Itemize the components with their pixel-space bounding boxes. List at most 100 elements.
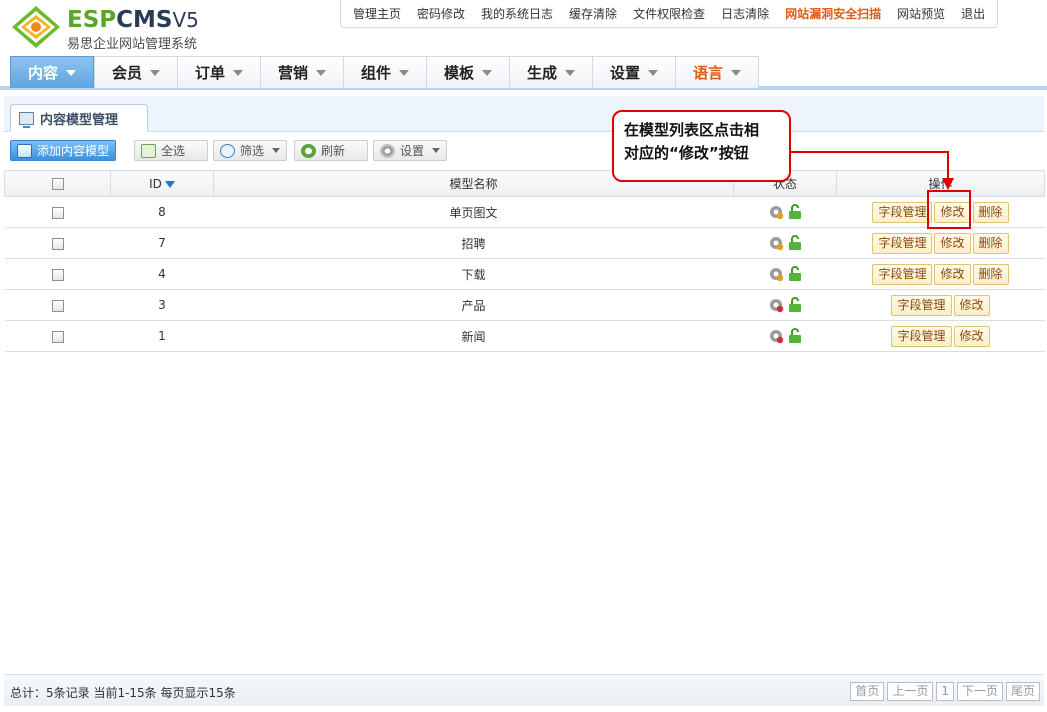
header-select-all[interactable] [4, 170, 111, 197]
chevron-down-icon[interactable] [482, 69, 492, 76]
topnav-cache[interactable]: 缓存清除 [561, 0, 625, 28]
row-id: 1 [110, 320, 214, 352]
row-select-cell [4, 258, 111, 290]
chevron-down-icon[interactable] [648, 69, 658, 76]
logo: ESPCMSV5 易思企业网站管理系统 [10, 4, 250, 52]
nav-templates-label: 模板 [443, 64, 474, 82]
nav-order[interactable]: 订单 [177, 56, 261, 88]
refresh-icon [301, 143, 316, 158]
topnav-clear-log[interactable]: 日志清除 [713, 0, 777, 28]
chevron-down-icon[interactable] [316, 69, 326, 76]
topnav-logout[interactable]: 退出 [953, 0, 993, 28]
checkbox[interactable] [51, 206, 64, 219]
toolbar: 添加内容模型 全选 筛选 刷新 设置 [4, 137, 1044, 163]
pager-last[interactable]: 尾页 [1005, 682, 1040, 701]
callout-line-2: 对应的“修改”按钮 [624, 144, 749, 162]
topnav-password[interactable]: 密码修改 [409, 0, 473, 28]
record-summary: 总计：5条记录 当前1-15条 每页显示15条 [10, 686, 236, 700]
chevron-down-icon[interactable] [233, 69, 243, 76]
delete-button[interactable]: 删除 [972, 263, 1009, 285]
table-body: 8 单页图文 字段管理 修改 删除 7 招聘 字段管理 修改 删除 4 下载 字段管理 修改 删除 3 产… [4, 196, 1045, 352]
chevron-down-icon[interactable] [399, 69, 409, 76]
nav-content[interactable]: 内容 [10, 56, 94, 88]
pane-tab-label: 内容模型管理 [40, 112, 119, 128]
add-document-icon [17, 143, 32, 158]
edit-button-highlight [927, 190, 971, 229]
edit-button[interactable]: 修改 [934, 263, 971, 285]
row-select-cell [4, 320, 111, 352]
nav-member[interactable]: 会员 [94, 56, 178, 88]
nav-generate[interactable]: 生成 [509, 56, 593, 88]
row-model-name: 产品 [213, 289, 734, 321]
unlock-icon[interactable] [788, 297, 802, 313]
nav-settings[interactable]: 设置 [592, 56, 676, 88]
table-header-row: ID 模型名称 状态 操作 [4, 170, 1045, 197]
field-management-button[interactable]: 字段管理 [872, 232, 933, 254]
pager-next[interactable]: 下一页 [956, 682, 1003, 701]
field-management-button[interactable]: 字段管理 [891, 294, 952, 316]
row-actions: 字段管理 修改 [836, 320, 1045, 352]
unlock-icon[interactable] [788, 328, 802, 344]
row-actions: 字段管理 修改 删除 [836, 258, 1045, 290]
settings-dropdown-button[interactable]: 设置 [373, 140, 448, 161]
checkbox[interactable] [51, 299, 64, 312]
checkbox[interactable] [51, 330, 64, 343]
delete-button[interactable]: 删除 [972, 232, 1009, 254]
magnifier-icon [220, 143, 235, 158]
topnav-security-scan[interactable]: 网站漏洞安全扫描 [777, 0, 889, 28]
nav-templates[interactable]: 模板 [426, 56, 510, 88]
table-row: 1 新闻 字段管理 修改 [4, 320, 1045, 352]
app-root: ESPCMSV5 易思企业网站管理系统 管理主页 密码修改 我的系统日志 缓存清除 文件… [0, 0, 1047, 712]
unlock-icon[interactable] [788, 235, 802, 251]
table-row: 7 招聘 字段管理 修改 删除 [4, 227, 1045, 259]
checkbox[interactable] [51, 178, 64, 190]
model-list-table: ID 模型名称 状态 操作 8 单页图文 字段管理 修改 删除 7 招聘 字段管理 修改 删除… [4, 170, 1045, 352]
gear-status-icon[interactable] [768, 297, 784, 313]
unlock-icon[interactable] [788, 266, 802, 282]
row-model-name: 下载 [213, 258, 734, 290]
table-row: 4 下载 字段管理 修改 删除 [4, 258, 1045, 290]
gear-status-icon[interactable] [768, 204, 784, 220]
chevron-down-icon[interactable] [731, 69, 741, 76]
field-management-button[interactable]: 字段管理 [872, 263, 933, 285]
gear-status-icon[interactable] [768, 328, 784, 344]
refresh-button[interactable]: 刷新 [294, 140, 368, 161]
delete-button[interactable]: 删除 [972, 201, 1009, 223]
topnav-home[interactable]: 管理主页 [345, 0, 409, 28]
topnav-preview[interactable]: 网站预览 [889, 0, 953, 28]
pager-current-page[interactable]: 1 [936, 682, 954, 701]
select-all-button[interactable]: 全选 [134, 140, 208, 161]
chevron-down-icon[interactable] [150, 69, 160, 76]
row-select-cell [4, 289, 111, 321]
gear-status-icon[interactable] [768, 235, 784, 251]
nav-generate-label: 生成 [526, 64, 557, 82]
chevron-down-icon[interactable] [565, 69, 575, 76]
field-management-button[interactable]: 字段管理 [872, 201, 933, 223]
gear-status-icon[interactable] [768, 266, 784, 282]
nav-language[interactable]: 语言 [675, 56, 759, 88]
edit-button[interactable]: 修改 [953, 325, 990, 347]
pager-first[interactable]: 首页 [850, 682, 885, 701]
edit-button[interactable]: 修改 [934, 232, 971, 254]
gear-icon [380, 143, 395, 158]
header-id-label: ID [149, 176, 162, 191]
sort-desc-icon[interactable] [164, 180, 175, 188]
add-content-model-button[interactable]: 添加内容模型 [10, 140, 117, 161]
topnav-permission[interactable]: 文件权限检查 [625, 0, 713, 28]
checkbox[interactable] [51, 237, 64, 250]
nav-marketing[interactable]: 营销 [260, 56, 344, 88]
unlock-icon[interactable] [788, 204, 802, 220]
filter-dropdown-button[interactable]: 筛选 [213, 140, 288, 161]
topnav-mylog[interactable]: 我的系统日志 [473, 0, 561, 28]
row-status [733, 289, 837, 321]
checkbox[interactable] [51, 268, 64, 281]
row-model-name: 新闻 [213, 320, 734, 352]
edit-button[interactable]: 修改 [953, 294, 990, 316]
field-management-button[interactable]: 字段管理 [891, 325, 952, 347]
nav-marketing-label: 营销 [277, 64, 308, 82]
chevron-down-icon[interactable] [66, 69, 76, 76]
header-id[interactable]: ID [110, 170, 214, 197]
nav-components[interactable]: 组件 [343, 56, 427, 88]
pager-prev[interactable]: 上一页 [887, 682, 934, 701]
tab-content-model-management[interactable]: 内容模型管理 [10, 104, 148, 132]
